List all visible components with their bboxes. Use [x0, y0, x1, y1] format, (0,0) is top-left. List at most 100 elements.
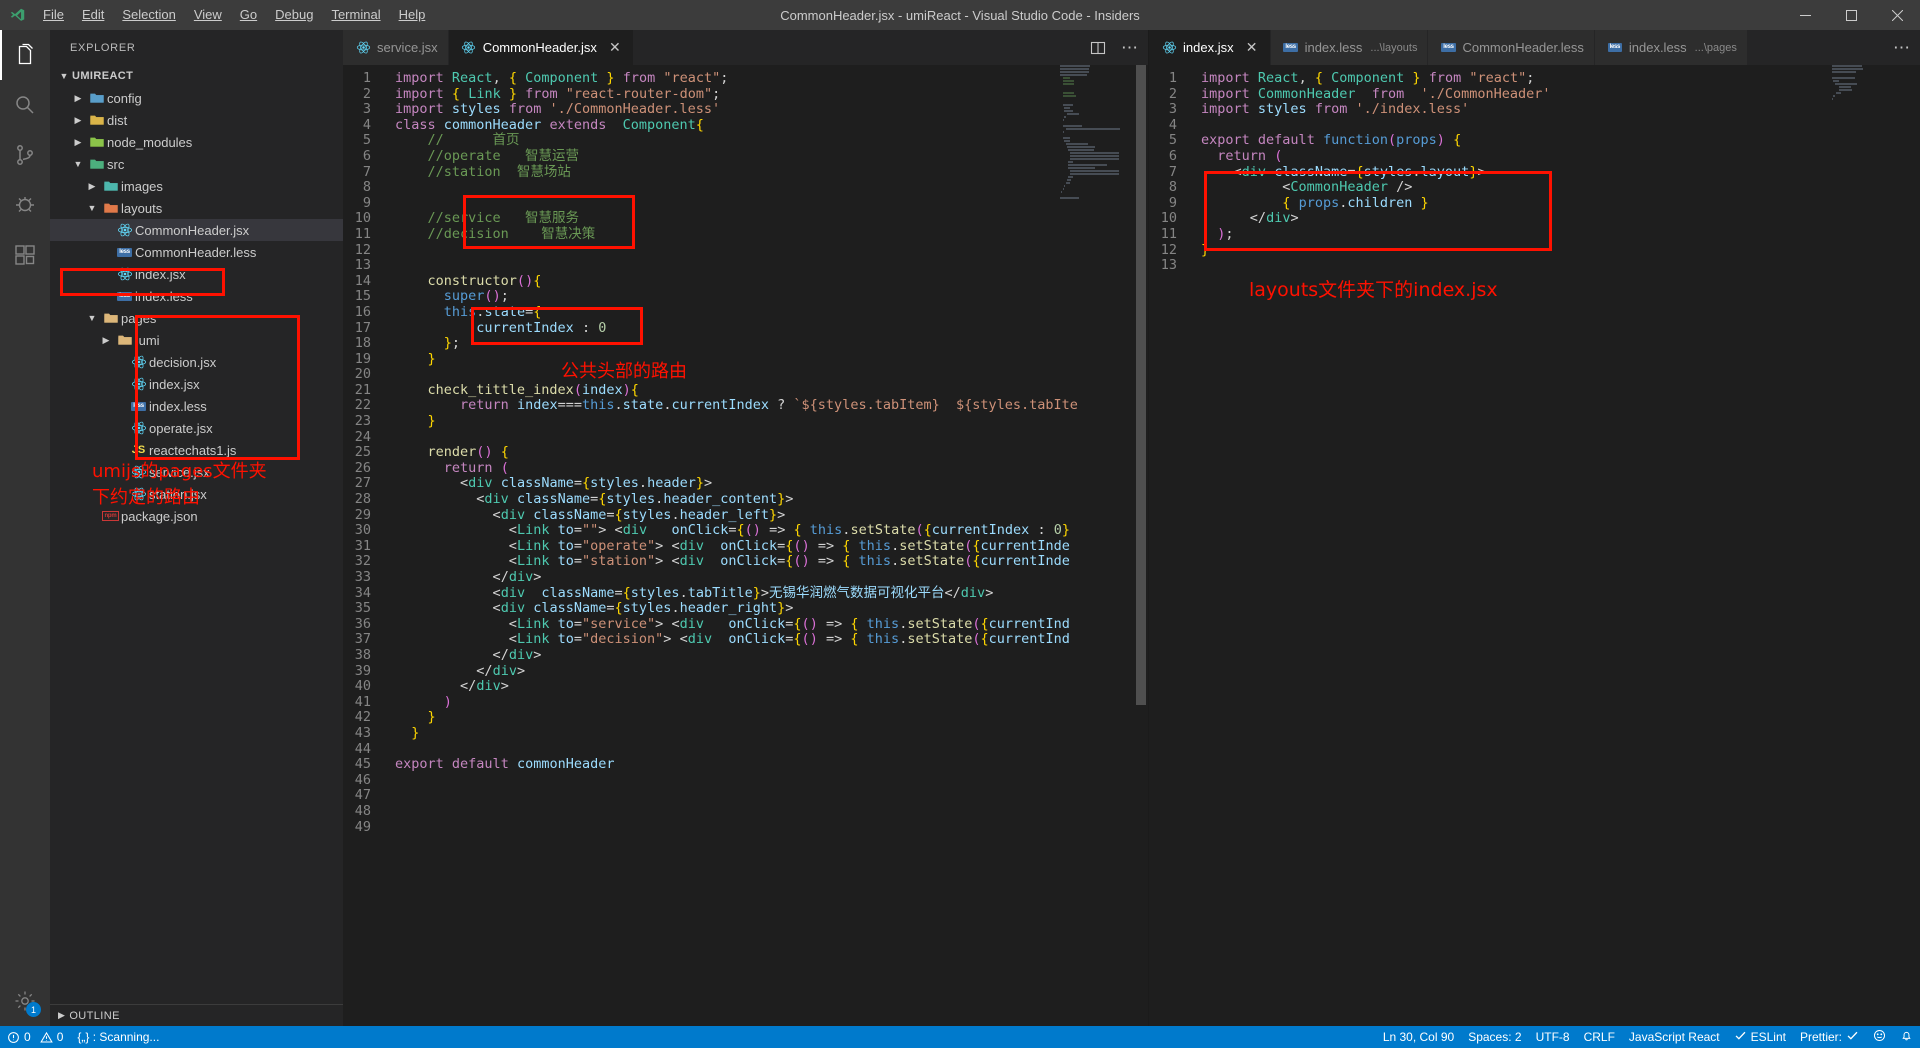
code-line[interactable]: <div className={styles.header_left}> — [395, 507, 1148, 524]
menu-terminal[interactable]: Terminal — [322, 0, 389, 30]
code-line[interactable] — [395, 258, 1148, 274]
code-line[interactable]: } — [395, 413, 1148, 430]
code-line[interactable]: currentIndex : 0 — [395, 320, 1148, 337]
tab-index-jsx[interactable]: index.jsx ✕ — [1149, 30, 1271, 65]
code-line[interactable]: return ( — [1201, 148, 1920, 165]
chevron-right-icon[interactable]: ▶ — [70, 115, 86, 126]
minimize-button[interactable] — [1782, 0, 1828, 30]
code-editor-left[interactable]: 1 2 3 4 5 6 7 8 9 10 11 12 13 14 15 16 17 18 19 20 21 22 23 24 2… — [343, 65, 1148, 1026]
chevron-right-icon[interactable]: ▶ — [84, 181, 100, 192]
code-line[interactable]: <CommonHeader /> — [1201, 179, 1920, 196]
code-content-right[interactable]: import React, { Component } from "react"… — [1195, 65, 1920, 1026]
tree-item-src[interactable]: ▼ src — [50, 153, 343, 175]
menu-go[interactable]: Go — [231, 0, 266, 30]
tab-commonheader-less[interactable]: less CommonHeader.less — [1428, 30, 1595, 65]
code-line[interactable]: class commonHeader extends Component{ — [395, 117, 1148, 134]
tab-index-less-layouts[interactable]: less index.less ...\layouts — [1270, 30, 1429, 65]
tree-item-dist[interactable]: ▶ dist — [50, 109, 343, 131]
tree-root-umireact[interactable]: ▼ UMIREACT — [50, 65, 343, 87]
code-line[interactable]: return index===this.state.currentIndex ?… — [395, 398, 1148, 414]
code-line[interactable] — [395, 180, 1148, 196]
tab-commonheader-jsx[interactable]: CommonHeader.jsx ✕ — [448, 30, 634, 65]
tree-item-reactechats1-js[interactable]: JS reactechats1.js — [50, 439, 343, 461]
maximize-button[interactable] — [1828, 0, 1874, 30]
close-icon[interactable]: ✕ — [607, 39, 623, 56]
chevron-right-icon[interactable]: ▶ — [70, 93, 86, 104]
code-line[interactable]: ); — [1201, 226, 1920, 243]
code-line[interactable]: import styles from './index.less' — [1201, 101, 1920, 118]
code-line[interactable]: //station 智慧场站 — [395, 164, 1148, 181]
tree-item-index-less[interactable]: less index.less — [50, 395, 343, 417]
scrollbar-thumb[interactable] — [1136, 65, 1146, 705]
code-line[interactable]: super(); — [395, 289, 1148, 305]
menu-view[interactable]: View — [185, 0, 231, 30]
code-line[interactable]: <Link to="service"> <div onClick={() => … — [395, 616, 1148, 633]
status-feedback[interactable] — [1866, 1026, 1893, 1048]
tab-index-less-pages[interactable]: less index.less ...\pages — [1594, 30, 1748, 65]
code-line[interactable] — [1201, 258, 1920, 274]
code-line[interactable]: }; — [395, 335, 1148, 352]
tree-item-index-jsx[interactable]: index.jsx — [50, 263, 343, 285]
outline-section-header[interactable]: ▶ OUTLINE — [50, 1004, 343, 1026]
code-line[interactable]: </div> — [395, 663, 1148, 680]
code-line[interactable]: <Link to="operate"> <div onClick={() => … — [395, 538, 1148, 555]
code-line[interactable]: <div className={styles.header}> — [395, 476, 1148, 492]
chevron-right-icon[interactable]: ▶ — [98, 335, 114, 346]
menu-edit[interactable]: Edit — [73, 0, 113, 30]
status-notifications[interactable] — [1893, 1026, 1920, 1048]
status-prettier[interactable]: Prettier: — [1793, 1026, 1866, 1048]
menu-bar[interactable]: File Edit Selection View Go Debug Termin… — [34, 0, 434, 30]
more-actions-icon[interactable]: ⋯ — [1892, 36, 1912, 60]
code-line[interactable]: render() { — [395, 444, 1148, 461]
code-line[interactable] — [395, 367, 1148, 383]
status-problems[interactable]: 0 0 — [0, 1026, 70, 1048]
code-line[interactable] — [395, 196, 1148, 212]
code-line[interactable]: import React, { Component } from "react"… — [395, 70, 1148, 87]
tree-item-config[interactable]: ▶ config — [50, 87, 343, 109]
status-cursor-position[interactable]: Ln 30, Col 90 — [1376, 1026, 1461, 1048]
status-eslint-scanning[interactable]: {„} : Scanning... — [70, 1026, 166, 1048]
close-icon[interactable]: ✕ — [1244, 39, 1260, 56]
activity-source-control[interactable] — [0, 130, 50, 180]
status-indentation[interactable]: Spaces: 2 — [1461, 1026, 1528, 1048]
chevron-down-icon[interactable]: ▼ — [84, 203, 100, 213]
code-line[interactable]: //operate 智慧运营 — [395, 148, 1148, 165]
code-line[interactable] — [395, 804, 1148, 820]
code-line[interactable]: } — [395, 725, 1148, 742]
tab-service-jsx[interactable]: service.jsx — [343, 30, 449, 65]
file-tree[interactable]: ▼ UMIREACT ▶ config ▶ dist ▶ node_modules ▼ src… — [50, 65, 343, 1004]
code-line[interactable]: export default commonHeader — [395, 756, 1148, 773]
code-line[interactable]: export default function(props) { — [1201, 133, 1920, 149]
code-line[interactable] — [395, 430, 1148, 446]
code-line[interactable]: <div className={styles.header_right}> — [395, 600, 1148, 617]
code-line[interactable]: <div className={styles.header_content}> — [395, 491, 1148, 508]
code-editor-right[interactable]: 1 2 3 4 5 6 7 8 9 10 11 12 13 import React, { Compon… — [1149, 65, 1920, 1026]
tabs-right[interactable]: index.jsx ✕ less index.less ...\layouts … — [1149, 30, 1920, 65]
code-line[interactable]: </div> — [395, 647, 1148, 664]
code-line[interactable]: //service 智慧服务 — [395, 211, 1148, 227]
status-eol[interactable]: CRLF — [1577, 1026, 1622, 1048]
code-line[interactable]: import styles from './CommonHeader.less' — [395, 101, 1148, 118]
chevron-right-icon[interactable]: ▶ — [70, 137, 86, 148]
status-encoding[interactable]: UTF-8 — [1529, 1026, 1577, 1048]
code-line[interactable]: } — [395, 351, 1148, 368]
code-line[interactable]: return ( — [395, 460, 1148, 477]
chevron-down-icon[interactable]: ▼ — [84, 313, 100, 323]
status-language-mode[interactable]: JavaScript React — [1622, 1026, 1727, 1048]
code-line[interactable]: this.state={ — [395, 304, 1148, 321]
code-line[interactable] — [395, 742, 1148, 758]
code-line[interactable]: ) — [395, 694, 1148, 711]
activity-explorer[interactable] — [0, 30, 50, 80]
code-line[interactable]: } — [395, 710, 1148, 726]
close-button[interactable] — [1874, 0, 1920, 30]
code-line[interactable]: //decision 智慧决策 — [395, 226, 1148, 243]
code-line[interactable] — [1201, 118, 1920, 134]
code-line[interactable]: import React, { Component } from "react"… — [1201, 70, 1920, 87]
code-line[interactable]: { props.children } — [1201, 195, 1920, 212]
tree-item-layouts[interactable]: ▼ layouts — [50, 197, 343, 219]
tree-item-index-jsx[interactable]: index.jsx — [50, 373, 343, 395]
tree-item-images[interactable]: ▶ images — [50, 175, 343, 197]
chevron-down-icon[interactable]: ▼ — [70, 159, 86, 169]
code-line[interactable]: <Link to="decision"> <div onClick={() =>… — [395, 632, 1148, 648]
tabs-left[interactable]: service.jsx CommonHeader.jsx ✕ ⋯ — [343, 30, 1148, 65]
